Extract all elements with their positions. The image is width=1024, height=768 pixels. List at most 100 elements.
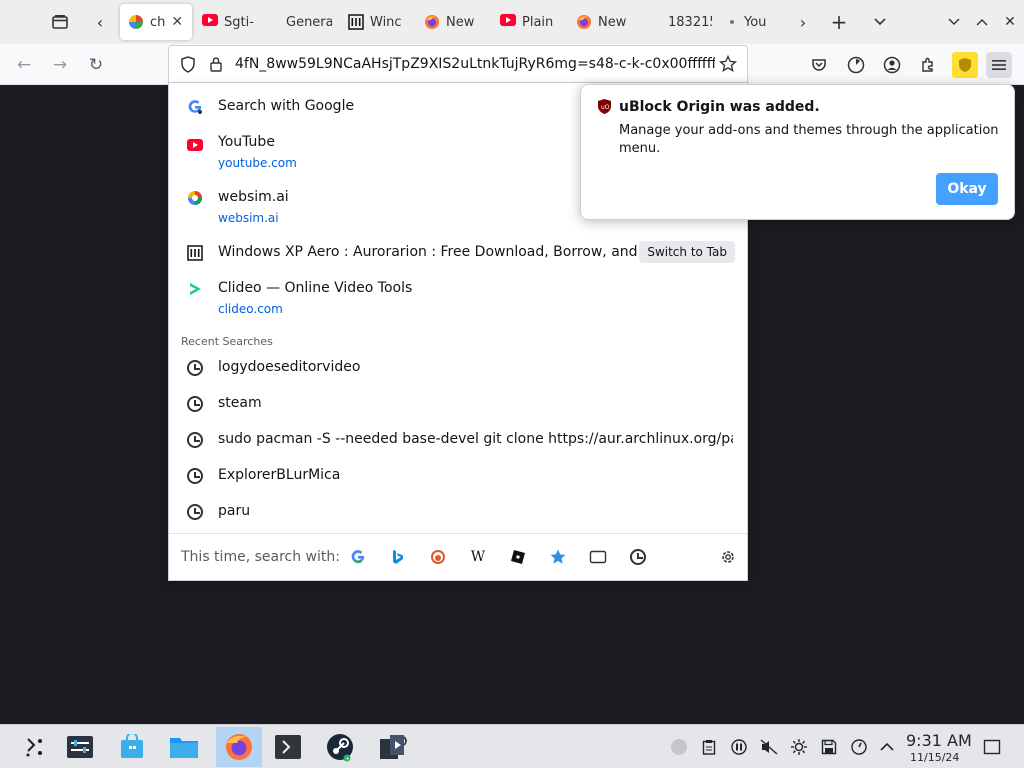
tab-strip: ‹ ch ✕ Sgti- Genera Winc New Plain New 1… [0,0,1024,44]
pocket-icon[interactable] [806,52,832,78]
tab-title: Sgti- [224,14,254,30]
youtube-icon [202,14,218,30]
show-desktop-icon[interactable] [983,738,1001,756]
brightness-icon[interactable] [790,738,808,756]
roblox-engine-icon[interactable] [508,547,528,567]
pinwheel-icon [128,14,144,30]
popup-title: uBlock Origin was added. [619,99,820,115]
reload-icon[interactable]: ↻ [83,52,109,78]
clipboard-icon[interactable] [700,738,718,756]
discover-store-icon[interactable] [112,727,152,767]
url-bar[interactable]: 4fN_8ww59L9NCaAHsjTpZ9XIS2uLtnkTujRyR6mg… [168,45,748,83]
account-icon[interactable] [879,52,905,78]
recent-search-text: sudo pacman -S --needed base-devel git c… [218,431,733,447]
tab-title: You [744,14,766,30]
suggestion-title: websim.ai [218,189,289,205]
clock-time[interactable]: 9:31 AM [906,731,972,750]
history-icon [186,467,204,485]
bing-engine-icon[interactable] [388,547,408,567]
bookmarks-engine-icon[interactable] [548,547,568,567]
window-close-icon[interactable]: ✕ [994,6,1024,38]
recent-search-item[interactable]: sudo pacman -S --needed base-devel git c… [169,429,747,463]
tab-item[interactable]: Genera [264,4,340,40]
recent-search-text: ExplorerBLurMica [218,467,341,483]
okay-button[interactable]: Okay [936,173,998,205]
clock-date[interactable]: 11/15/24 [910,751,959,764]
suggestion-title: Windows XP Aero : Aurorarion : Free Down… [218,244,638,260]
save-disk-icon[interactable] [820,738,838,756]
volume-muted-icon[interactable] [760,738,778,756]
bookmark-star-icon[interactable] [718,54,738,77]
tab-item[interactable]: Sgti- [194,4,264,40]
recent-searches-label: Recent Searches [181,335,273,348]
tab-item[interactable]: New [568,4,644,40]
terminal-icon[interactable] [268,727,308,767]
recent-search-text: steam [218,395,262,411]
svg-text:uO: uO [601,104,610,111]
suggestion-title: Search with Google [218,98,355,114]
suggestion-title: Clideo — Online Video Tools [218,280,413,296]
list-all-tabs-icon[interactable] [864,6,896,38]
timer-extension-icon[interactable] [843,52,869,78]
tab-scroll-left-icon[interactable]: ‹ [84,6,116,38]
svg-text:+: + [345,756,350,763]
forward-icon[interactable]: → [47,52,73,78]
ublock-origin-icon: uO [597,98,612,119]
popup-description: Manage your add-ons and themes through t… [619,123,999,156]
switch-to-tab-button[interactable]: Switch to Tab [639,241,735,263]
tab-title: Winc [370,14,402,30]
wikipedia-engine-icon[interactable]: W [468,547,488,567]
tab-active[interactable]: ch ✕ [120,4,192,40]
tab-item[interactable]: New [416,4,492,40]
history-engine-icon[interactable] [628,547,648,567]
system-settings-icon[interactable] [60,727,100,767]
dot-icon [728,14,738,30]
media-pause-icon[interactable] [730,738,748,756]
suggestion-url: clideo.com [218,302,283,316]
back-icon[interactable]: ← [11,52,37,78]
firefox-icon [424,14,440,30]
youtube-icon [500,14,516,30]
tabs-engine-icon[interactable] [588,547,608,567]
duckduckgo-engine-icon[interactable] [428,547,448,567]
one-off-search-label: This time, search with: [181,549,340,565]
recent-search-item[interactable]: paru [169,501,747,535]
status-indicator-icon[interactable] [670,738,688,756]
extensions-icon[interactable] [915,52,941,78]
tab-item[interactable]: 183215 [644,4,720,40]
tab-close-icon[interactable]: ✕ [171,14,183,30]
recent-search-item[interactable]: ExplorerBLurMica [169,465,747,499]
recent-search-item[interactable]: logydoeseditorvideo [169,357,747,391]
video-editor-icon[interactable] [374,727,414,767]
ublock-origin-icon[interactable] [952,52,978,78]
steam-icon[interactable]: + [320,727,360,767]
recent-search-item[interactable]: steam [169,393,747,427]
tray-expand-icon[interactable] [878,738,896,756]
archive-icon [186,244,204,262]
tab-title: Plain [522,14,554,30]
application-launcher-icon[interactable] [14,727,54,767]
url-input[interactable]: 4fN_8ww59L9NCaAHsjTpZ9XIS2uLtnkTujRyR6mg… [235,56,715,72]
file-manager-icon[interactable] [164,727,204,767]
archive-icon [348,14,364,30]
lock-icon[interactable] [209,56,223,76]
history-icon [186,359,204,377]
new-tab-icon[interactable]: + [823,6,855,38]
tab-scroll-right-icon[interactable]: › [787,6,819,38]
tab-title: New [598,14,627,30]
gauge-icon[interactable] [850,738,868,756]
tab-item[interactable]: You [720,4,774,40]
youtube-icon [186,136,204,154]
settings-gear-icon[interactable] [718,547,738,567]
suggestion-row[interactable]: Windows XP Aero : Aurorarion : Free Down… [169,241,747,271]
tab-title: Genera [286,14,332,30]
tab-item[interactable]: Winc [340,4,416,40]
websim-icon [186,189,204,207]
tracking-protection-icon[interactable] [180,56,196,77]
tab-item[interactable]: Plain [492,4,568,40]
google-engine-icon[interactable] [348,547,368,567]
suggestion-row[interactable]: Clideo — Online Video Tools clideo.com [169,277,747,323]
firefox-taskbar-icon[interactable] [216,727,262,767]
firefox-view-icon[interactable] [44,6,76,38]
app-menu-icon[interactable] [986,52,1012,78]
